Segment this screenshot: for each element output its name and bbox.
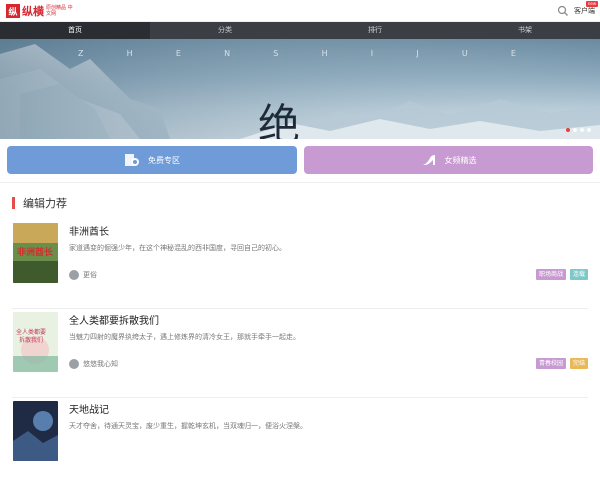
- svg-text:全人类都要: 全人类都要: [16, 328, 46, 336]
- book-description: 当魅力四射的魔界纨绔太子，遇上修炼界的清冷女王，那就手牵手一起走。: [69, 333, 300, 341]
- book-description: 家道遇变的倔强少年，在这个神秘混乱的西非国度，寻回自己的初心。: [69, 244, 286, 252]
- user-icon: [69, 270, 79, 280]
- book-author[interactable]: 更俗: [69, 270, 97, 280]
- book-item[interactable]: 非洲酋长 非洲酋长 家道遇变的倔强少年，在这个神秘混乱的西非国度，寻回自己的初心…: [0, 220, 600, 309]
- banner-letter: J: [416, 49, 421, 58]
- banner-letter: U: [461, 49, 470, 58]
- nav-home[interactable]: 首页: [0, 22, 150, 39]
- carousel-dot-active[interactable]: [566, 128, 570, 132]
- section-divider: [0, 182, 600, 183]
- banner-letter: I: [370, 49, 376, 58]
- female-zone-button[interactable]: 女频精选: [304, 146, 593, 174]
- site-logo[interactable]: 纵 纵横 原创精品 中文网: [6, 3, 74, 19]
- banner-letter: Z: [78, 49, 86, 58]
- nav-category[interactable]: 分类: [150, 22, 300, 39]
- main-nav: 首页 分类 排行 书架: [0, 22, 600, 39]
- female-zone-label: 女频精选: [444, 155, 477, 165]
- book-author[interactable]: 悠悠我心知: [69, 359, 118, 369]
- logo-mark: 纵: [6, 4, 20, 18]
- nav-bookshelf[interactable]: 书架: [450, 22, 600, 39]
- carousel-dots: [566, 128, 591, 132]
- banner-calligraphy: 绝: [258, 100, 300, 139]
- carousel-dot[interactable]: [587, 128, 591, 132]
- status-tag: 连载: [569, 269, 588, 280]
- free-book-icon: [125, 154, 139, 166]
- banner-letter: H: [126, 49, 135, 58]
- book-item[interactable]: 全人类都要 拆散我们 全人类都要拆散我们 当魅力四射的魔界纨绔太子，遇上修炼界的…: [0, 309, 600, 398]
- banner-letters: Z H E N S H I J U E: [78, 49, 518, 58]
- banner-letter: H: [321, 49, 330, 58]
- section-accent-bar: [12, 197, 15, 209]
- logo-name: 纵横: [22, 5, 44, 18]
- search-icon[interactable]: [557, 5, 569, 17]
- header: 纵 纵横 原创精品 中文网 客户端 new: [0, 0, 600, 22]
- banner-letter: N: [224, 49, 233, 58]
- book-cover[interactable]: 全人类都要 拆散我们: [13, 312, 58, 372]
- new-badge: new: [586, 1, 598, 7]
- user-icon: [69, 359, 79, 369]
- client-link[interactable]: 客户端: [574, 6, 595, 16]
- genre-tag[interactable]: 职场商战: [535, 269, 566, 280]
- book-description: 天才夺舍，待通天灵宝，废少重生，握乾坤玄机，当双魂归一，便浴火涅槃。: [69, 422, 307, 430]
- svg-text:拆散我们: 拆散我们: [19, 336, 43, 344]
- section-header: 编辑力荐: [12, 195, 67, 211]
- book-tags: 职场商战 连载: [535, 269, 588, 280]
- carousel-dot[interactable]: [580, 128, 584, 132]
- book-item[interactable]: 天地战记 天才夺舍，待通天灵宝，废少重生，握乾坤玄机，当双魂归一，便浴火涅槃。: [0, 398, 600, 487]
- logo-subtitle: 原创精品 中文网: [46, 5, 73, 17]
- author-name: 悠悠我心知: [83, 360, 118, 368]
- banner-letter: E: [175, 49, 183, 58]
- book-cover[interactable]: 非洲酋长: [13, 223, 58, 283]
- banner-letter: E: [510, 49, 518, 58]
- nav-ranking[interactable]: 排行: [300, 22, 450, 39]
- banner-carousel[interactable]: 绝 Z H E N S H I J U E: [0, 39, 600, 139]
- free-zone-label: 免费专区: [148, 155, 180, 165]
- high-heel-icon: [421, 155, 435, 165]
- book-title[interactable]: 天地战记: [69, 401, 109, 416]
- section-title: 编辑力荐: [23, 197, 67, 210]
- status-tag: 完结: [569, 358, 588, 369]
- author-name: 更俗: [83, 271, 97, 279]
- free-zone-button[interactable]: 免费专区: [7, 146, 297, 174]
- book-title[interactable]: 非洲酋长: [69, 223, 109, 238]
- book-cover[interactable]: [13, 401, 58, 461]
- banner-letter: S: [273, 49, 281, 58]
- carousel-dot[interactable]: [573, 128, 577, 132]
- book-title[interactable]: 全人类都要拆散我们: [69, 312, 159, 327]
- book-tags: 青春校园 完结: [535, 358, 588, 369]
- genre-tag[interactable]: 青春校园: [535, 358, 566, 369]
- svg-text:非洲酋长: 非洲酋长: [17, 246, 54, 258]
